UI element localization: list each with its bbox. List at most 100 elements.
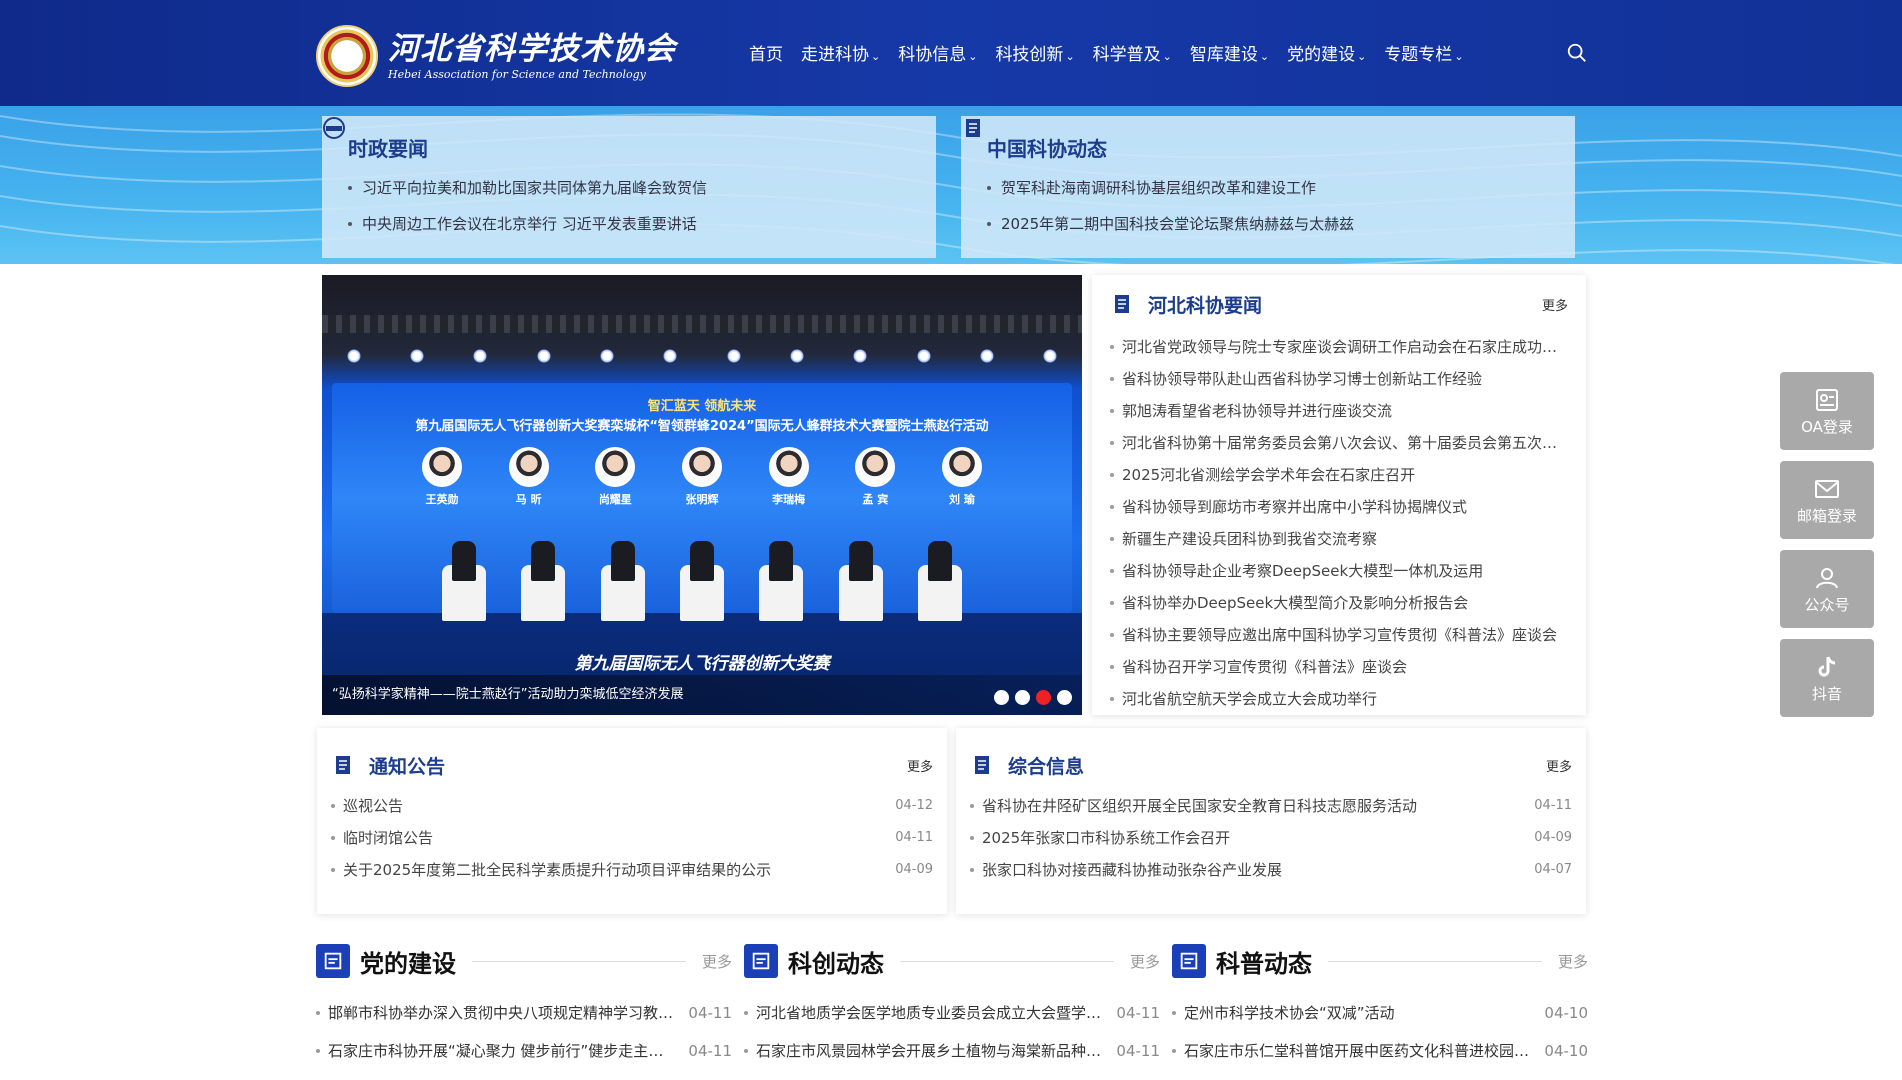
news-globe-icon	[323, 117, 345, 139]
list-item[interactable]: 关于2025年度第二批全民科学素质提升行动项目评审结果的公示 04-09	[331, 854, 933, 886]
list-item-link[interactable]: 中央周边工作会议在北京举行 习近平发表重要讲话	[348, 206, 910, 242]
news-item-link[interactable]: 省科协领导带队赴山西省科协学习博士创新站工作经验	[1110, 363, 1568, 395]
list-item-title[interactable]: 2025年张家口市科协系统工作会召开	[982, 822, 1522, 854]
list-item-title[interactable]: 关于2025年度第二批全民科学素质提升行动项目评审结果的公示	[343, 854, 883, 886]
list-item[interactable]: 石家庄市乐仁堂科普馆开展中医药文化科普进校园活动 04-10	[1172, 1032, 1588, 1070]
list-item-title[interactable]: 石家庄市科协开展“凝心聚力 健步前行”健步走主题活动	[328, 1032, 676, 1070]
innovation-more-link[interactable]: 更多	[1130, 951, 1160, 972]
party-building-more-link[interactable]: 更多	[702, 951, 732, 972]
oa-login-label: OA登录	[1801, 418, 1853, 436]
news-item-link[interactable]: 河北省党政领导与院士专家座谈会调研工作启动会在石家庄成功举行	[1110, 331, 1568, 363]
news-item-link[interactable]: 新疆生产建设兵团科协到我省交流考察	[1110, 523, 1568, 555]
news-item-link[interactable]: 省科协举办DeepSeek大模型简介及影响分析报告会	[1110, 587, 1568, 619]
list-item[interactable]: 巡视公告 04-12	[331, 790, 933, 822]
list-item-title[interactable]: 邯郸市科协举办深入贯彻中央八项规定精神学习教育读书班	[328, 994, 676, 1032]
official-account-button[interactable]: 公众号	[1780, 550, 1874, 628]
douyin-label: 抖音	[1811, 685, 1842, 703]
slide-dot[interactable]	[994, 690, 1009, 705]
hebei-news-more-link[interactable]: 更多	[1542, 295, 1568, 314]
science-popularization-column: 科普动态 更多 定州市科学技术协会“双减”活动 04-10 石家庄市乐仁堂科普馆开展…	[1172, 942, 1588, 1080]
id-card-icon	[1816, 389, 1838, 411]
chevron-down-icon: ⌄	[1259, 49, 1270, 63]
list-item-title[interactable]: 定州市科学技术协会“双减”活动	[1184, 994, 1532, 1032]
list-item-title[interactable]: 省科协在井陉矿区组织开展全民国家安全教育日科技志愿服务活动	[982, 790, 1522, 822]
speaker-photo	[681, 447, 722, 487]
list-item-link[interactable]: 习近平向拉美和加勒比国家共同体第九届峰会致贺信	[348, 170, 910, 206]
chevron-down-icon: ⌄	[968, 49, 978, 63]
science-popularization-list: 定州市科学技术协会“双减”活动 04-10 石家庄市乐仁堂科普馆开展中医药文化科普进…	[1172, 994, 1588, 1070]
column-document-icon	[744, 944, 778, 978]
slide-dot[interactable]	[1015, 690, 1030, 705]
news-item-link[interactable]: 河北省科协第十届常务委员会第八次会议、第十届委员会第五次全体会议召开	[1110, 427, 1568, 459]
list-item[interactable]: 2025年张家口市科协系统工作会召开 04-09	[970, 822, 1572, 854]
speaker-photo	[941, 447, 982, 487]
official-account-label: 公众号	[1804, 596, 1850, 614]
cast-news-list: 贺军科赴海南调研科协基层组织改革和建设工作 2025年第二期中国科技会堂论坛聚焦纳…	[987, 170, 1549, 242]
news-item-link[interactable]: 郭旭涛看望省老科协领导并进行座谈交流	[1110, 395, 1568, 427]
list-item[interactable]: 定州市科学技术协会“双减”活动 04-10	[1172, 994, 1588, 1032]
speaker-portrait: 张明辉	[672, 447, 732, 507]
speaker-portrait: 尚耀星	[585, 447, 645, 507]
news-item-link[interactable]: 省科协主要领导应邀出席中国科协学习宣传贯彻《科普法》座谈会	[1110, 619, 1568, 651]
nav-item[interactable]: 科学普及 ⌄	[1084, 40, 1181, 65]
party-building-column: 党的建设 更多 邯郸市科协举办深入贯彻中央八项规定精神学习教育读书班04-11石…	[316, 942, 732, 1080]
nav-item[interactable]: 智库建设 ⌄	[1181, 40, 1278, 65]
list-item-title[interactable]: 石家庄市乐仁堂科普馆开展中医药文化科普进校园活动	[1184, 1032, 1532, 1070]
speaker-photo	[855, 447, 896, 487]
douyin-button[interactable]: 抖音	[1780, 639, 1874, 717]
mail-login-button[interactable]: 邮箱登录	[1780, 461, 1874, 539]
list-item-date: 04-11	[688, 1004, 732, 1022]
nav-item[interactable]: 走进科协 ⌄	[792, 40, 889, 65]
list-item[interactable]: 省科协在井陉矿区组织开展全民国家安全教育日科技志愿服务活动 04-11	[970, 790, 1572, 822]
nav-item[interactable]: 科技创新 ⌄	[986, 40, 1083, 65]
news-item-link[interactable]: 省科协召开学习宣传贯彻《科普法》座谈会	[1110, 651, 1568, 683]
oa-login-button[interactable]: OA登录	[1780, 372, 1874, 450]
banner-wave-decoration	[0, 113, 1902, 264]
list-item[interactable]: 张家口科协对接西藏科协推动张杂谷产业发展 04-07	[970, 854, 1572, 886]
list-item[interactable]: 邯郸市科协举办深入贯彻中央八项规定精神学习教育读书班 04-11	[316, 994, 732, 1032]
news-item-link[interactable]: 河北省航空航天学会成立大会成功举行	[1110, 683, 1568, 715]
nav-item[interactable]: 党的建设 ⌄	[1278, 40, 1375, 65]
slide-caption[interactable]: “弘扬科学家精神——院士燕赵行”活动助力栾城低空经济发展	[322, 675, 1082, 715]
speaker-name: 孟 宾	[862, 493, 889, 506]
innovation-title: 科创动态	[788, 949, 884, 978]
site-header: 河北省科学技术协会 Hebei Association for Science …	[0, 0, 1902, 106]
news-item-link[interactable]: 2025河北省测绘学会学术年会在石家庄召开	[1110, 459, 1568, 491]
search-icon[interactable]	[1566, 42, 1588, 64]
nav-item[interactable]: 专题专栏 ⌄	[1375, 40, 1472, 65]
news-item-link[interactable]: 省科协领导到廊坊市考察并出席中小学科协揭牌仪式	[1110, 491, 1568, 523]
list-item[interactable]: 石家庄市风景园林学会开展乡土植物与海棠新品种推介活动 04-11	[744, 1032, 1160, 1070]
nav-item[interactable]: 科协信息 ⌄	[889, 40, 986, 65]
party-building-list: 邯郸市科协举办深入贯彻中央八项规定精神学习教育读书班04-11石家庄市科协开展“…	[316, 994, 732, 1070]
list-item-date: 04-11	[895, 830, 933, 845]
list-item-date: 04-09	[1534, 830, 1572, 845]
general-info-more-link[interactable]: 更多	[1546, 756, 1572, 775]
notice-more-link[interactable]: 更多	[907, 756, 933, 775]
list-item-title[interactable]: 石家庄市风景园林学会开展乡土植物与海棠新品种推介活动	[756, 1032, 1104, 1070]
list-item-link[interactable]: 贺军科赴海南调研科协基层组织改革和建设工作	[987, 170, 1549, 206]
list-item-date: 04-11	[688, 1042, 732, 1060]
notice-list: 巡视公告 04-12 临时闭馆公告 04-11 关于2025年度第二批全民科学素质提升行…	[331, 790, 933, 886]
slide-dot[interactable]	[1036, 690, 1051, 705]
slide-dot[interactable]	[1057, 690, 1072, 705]
list-item-title[interactable]: 河北省地质学会医学地质专业委员会成立大会暨学术研讨会召开	[756, 994, 1104, 1032]
featured-slideshow[interactable]: 智汇蓝天 领航未来 第九届国际无人飞行器创新大奖赛栾城杯“智领群蜂2024”国际…	[322, 275, 1082, 715]
nav-item-label: 科技创新	[995, 44, 1064, 65]
speaker-portrait: 李瑞梅	[759, 447, 819, 507]
notice-panel: 通知公告 更多 巡视公告 04-12 临时闭馆公告 04-11 关于2025年度第二批全…	[317, 728, 947, 914]
list-item-title[interactable]: 巡视公告	[343, 790, 883, 822]
list-item[interactable]: 河北省地质学会医学地质专业委员会成立大会暨学术研讨会召开 04-11	[744, 994, 1160, 1032]
list-item-title[interactable]: 临时闭馆公告	[343, 822, 883, 854]
nav-item[interactable]: 首页	[740, 40, 792, 65]
list-item[interactable]: 石家庄市科协开展“凝心聚力 健步前行”健步走主题活动 04-11	[316, 1032, 732, 1070]
party-building-title: 党的建设	[360, 949, 456, 978]
logo-cn: 河北省科学技术协会	[388, 31, 676, 67]
document-icon	[336, 756, 350, 774]
list-item-link[interactable]: 2025年第二期中国科技会堂论坛聚焦纳赫兹与太赫兹	[987, 206, 1549, 242]
science-popularization-more-link[interactable]: 更多	[1558, 951, 1588, 972]
news-item-link[interactable]: 省科协领导赴企业考察DeepSeek大模型一体机及运用	[1110, 555, 1568, 587]
logo-text: 河北省科学技术协会 Hebei Association for Science …	[388, 30, 676, 82]
list-item[interactable]: 临时闭馆公告 04-11	[331, 822, 933, 854]
site-logo[interactable]: 河北省科学技术协会 Hebei Association for Science …	[316, 24, 676, 88]
list-item-title[interactable]: 张家口科协对接西藏科协推动张杂谷产业发展	[982, 854, 1522, 886]
